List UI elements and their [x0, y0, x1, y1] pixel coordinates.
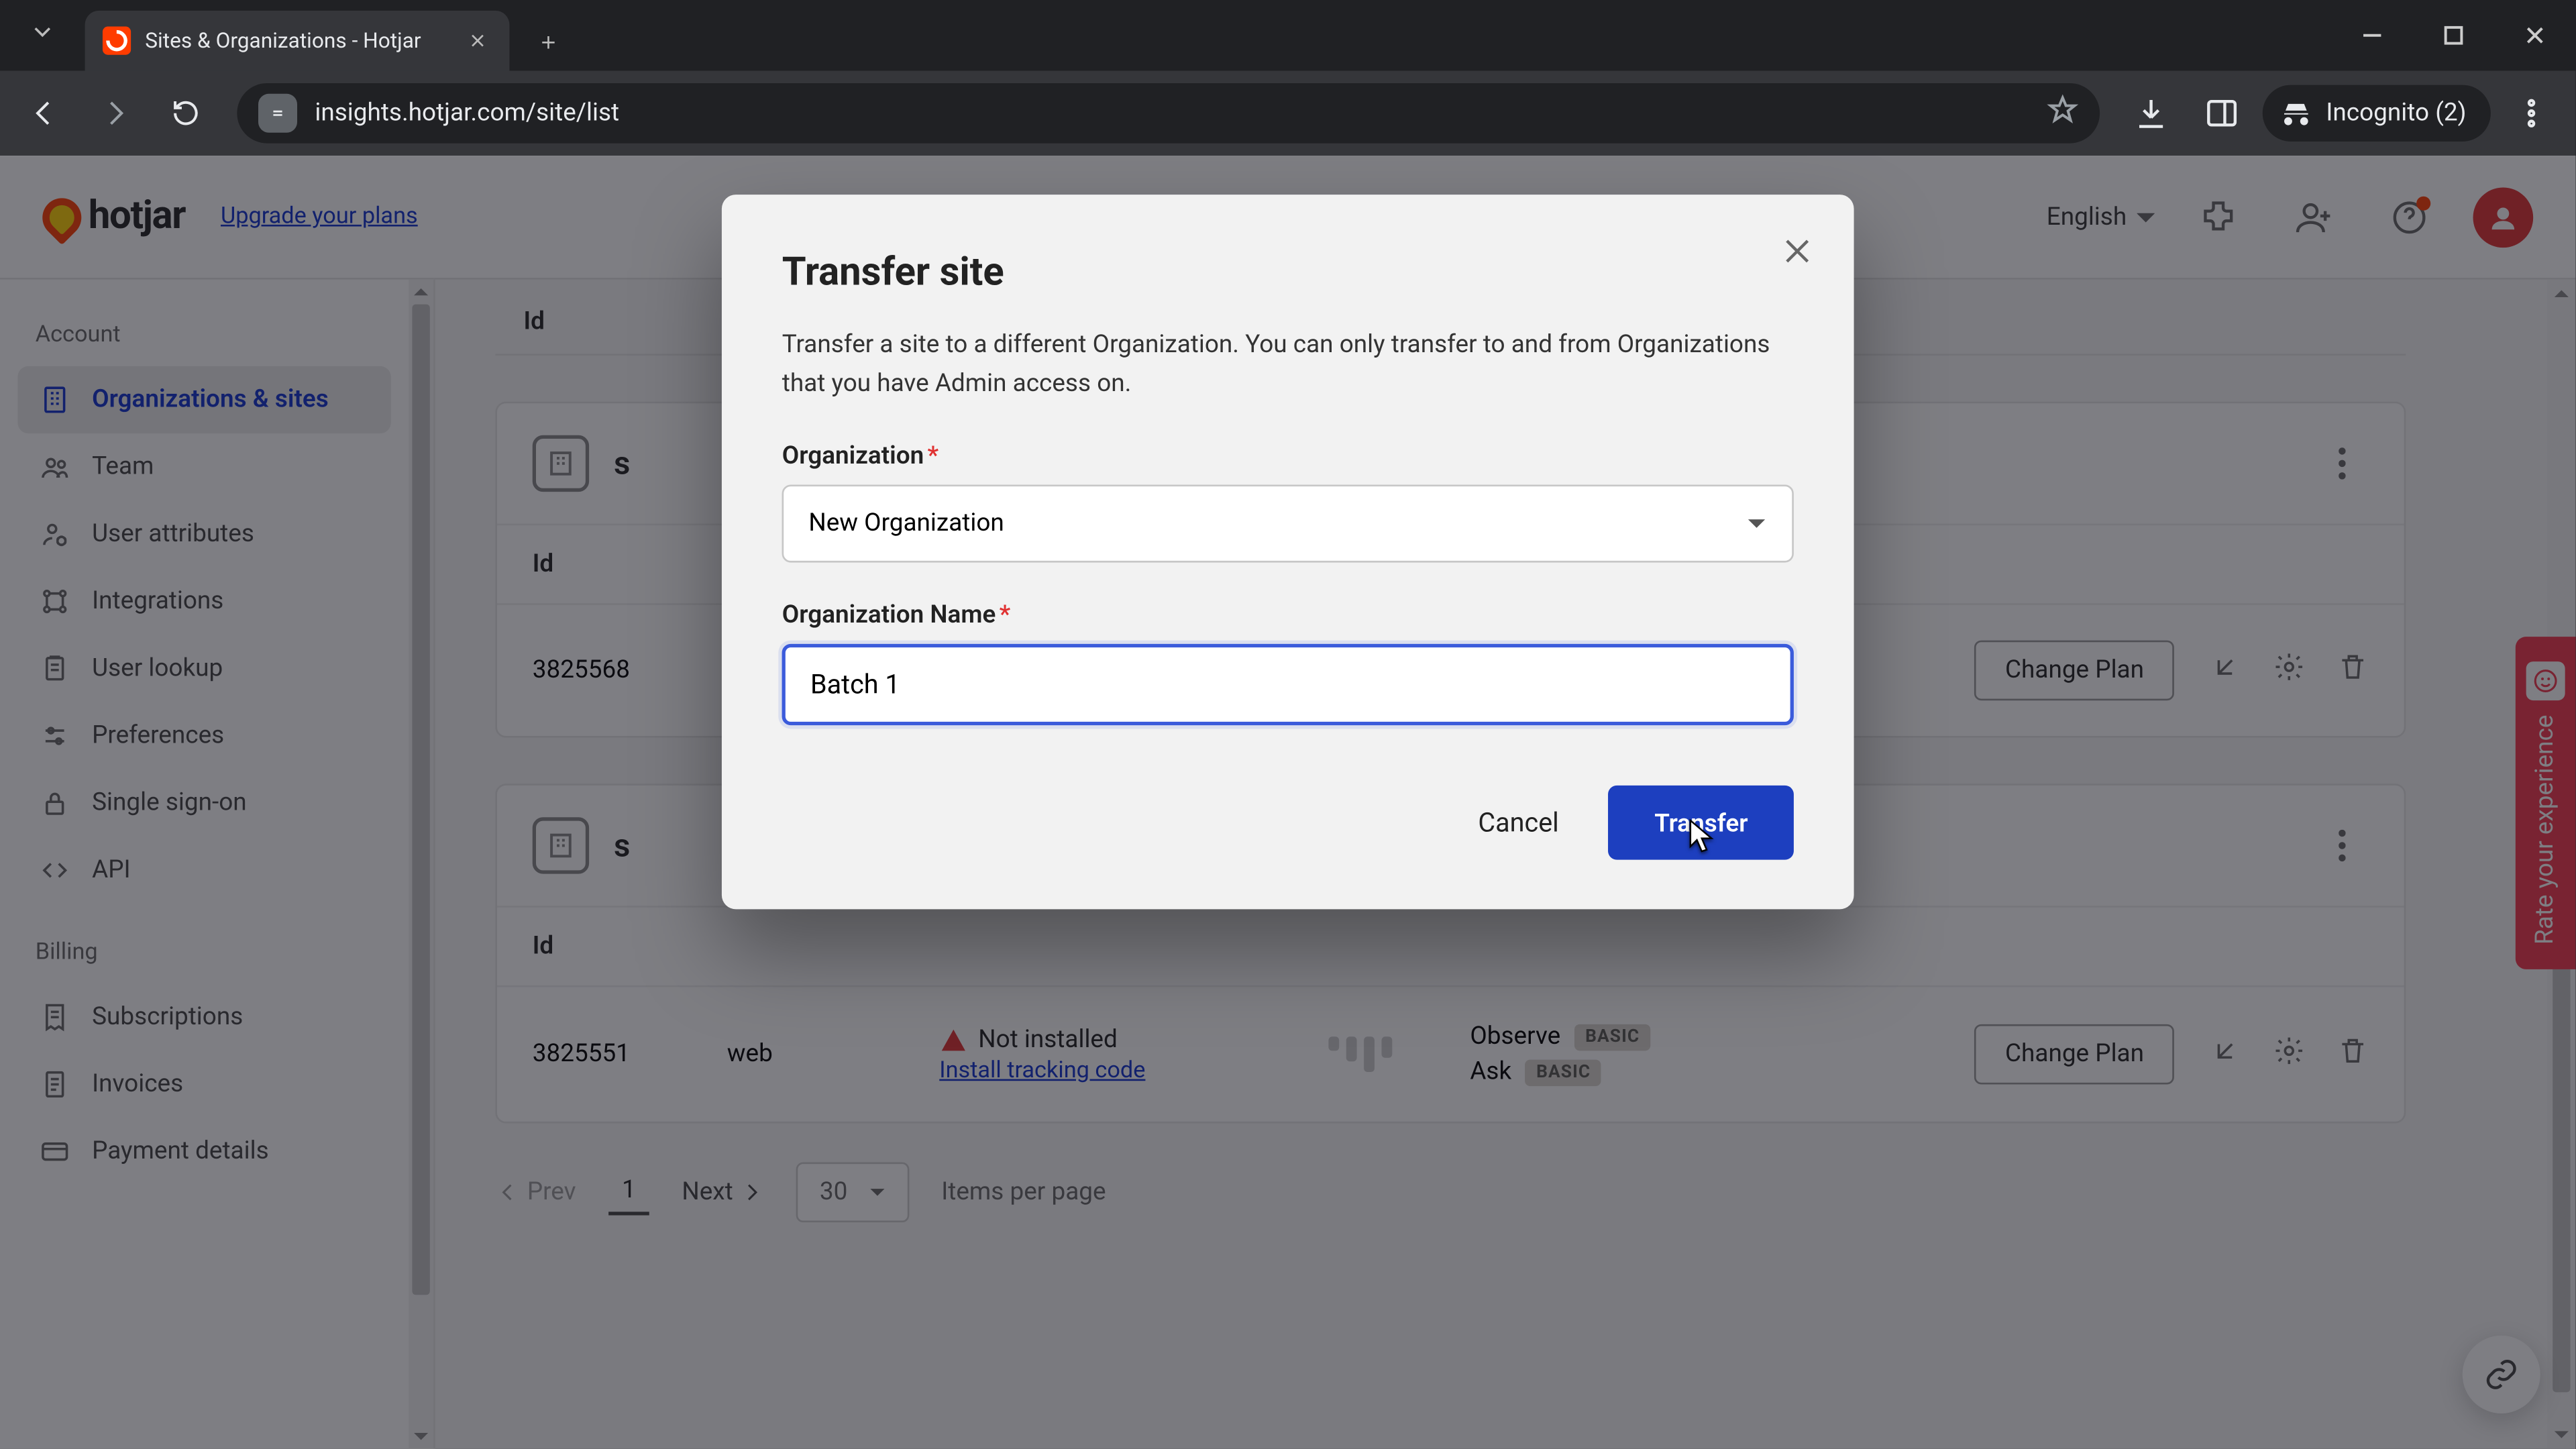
transfer-button[interactable]: Transfer	[1609, 786, 1794, 861]
incognito-indicator[interactable]: Incognito (2)	[2262, 85, 2491, 142]
window-maximize-button[interactable]	[2413, 7, 2494, 64]
modal-overlay[interactable]: Transfer site Transfer a site to a diffe…	[0, 156, 2576, 1449]
window-close-button[interactable]	[2495, 7, 2576, 64]
downloads-icon[interactable]	[2121, 83, 2181, 144]
back-button[interactable]	[14, 83, 74, 144]
browser-titlebar: Sites & Organizations - Hotjar	[0, 0, 2576, 70]
organization-select[interactable]: New Organization	[782, 486, 1794, 564]
hotjar-favicon	[103, 27, 131, 55]
organization-name-input[interactable]	[782, 645, 1794, 726]
modal-close-button[interactable]	[1780, 233, 1815, 276]
tab-search-button[interactable]	[0, 0, 85, 70]
bookmark-icon[interactable]	[2047, 94, 2078, 133]
cancel-button[interactable]: Cancel	[1468, 790, 1570, 857]
site-info-button[interactable]	[258, 94, 297, 133]
tab-close-button[interactable]	[464, 27, 492, 55]
transfer-button-label: Transfer	[1654, 811, 1748, 839]
browser-tab[interactable]: Sites & Organizations - Hotjar	[85, 11, 510, 71]
window-minimize-button[interactable]	[2332, 7, 2413, 64]
app-page: hotjar Upgrade your plans English	[0, 156, 2576, 1449]
address-bar[interactable]: insights.hotjar.com/site/list	[237, 83, 2099, 144]
incognito-icon	[2280, 97, 2312, 129]
organization-name-input-field[interactable]	[810, 669, 1766, 701]
chevron-down-icon	[28, 17, 56, 53]
new-tab-button[interactable]	[524, 17, 574, 67]
transfer-site-modal: Transfer site Transfer a site to a diffe…	[722, 195, 1854, 910]
browser-toolbar: insights.hotjar.com/site/list Incognito …	[0, 70, 2576, 156]
organization-select-value: New Organization	[808, 510, 1004, 538]
required-marker: *	[1000, 602, 1011, 631]
reload-button[interactable]	[156, 83, 216, 144]
forward-button[interactable]	[85, 83, 146, 144]
incognito-label: Incognito (2)	[2326, 99, 2466, 127]
modal-description: Transfer a site to a different Organizat…	[782, 327, 1794, 404]
modal-title: Transfer site	[782, 251, 1794, 295]
organization-name-field-label: Organization Name*	[782, 602, 1794, 631]
url-text: insights.hotjar.com/site/list	[315, 99, 2029, 127]
tab-title: Sites & Organizations - Hotjar	[145, 28, 449, 53]
organization-field-label: Organization*	[782, 443, 1794, 471]
chevron-down-icon	[1746, 514, 1768, 535]
browser-menu-button[interactable]	[2502, 83, 2562, 144]
required-marker: *	[928, 443, 939, 471]
window-controls	[2332, 0, 2576, 70]
sidepanel-icon[interactable]	[2192, 83, 2252, 144]
